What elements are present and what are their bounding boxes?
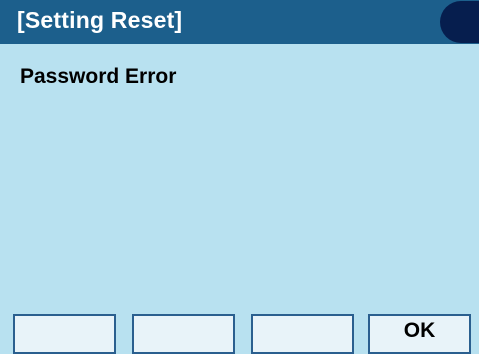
softkey-1-button[interactable] bbox=[13, 314, 116, 354]
title-bar: [Setting Reset] bbox=[0, 0, 479, 44]
screen-title: [Setting Reset] bbox=[17, 7, 183, 33]
error-message: Password Error bbox=[20, 65, 177, 88]
ok-button[interactable]: OK bbox=[368, 314, 471, 354]
softkey-3-button[interactable] bbox=[251, 314, 354, 354]
softkey-2-button[interactable] bbox=[132, 314, 235, 354]
status-indicator-icon bbox=[440, 1, 479, 43]
phone-display: [Setting Reset] Password Error OK bbox=[0, 0, 479, 354]
